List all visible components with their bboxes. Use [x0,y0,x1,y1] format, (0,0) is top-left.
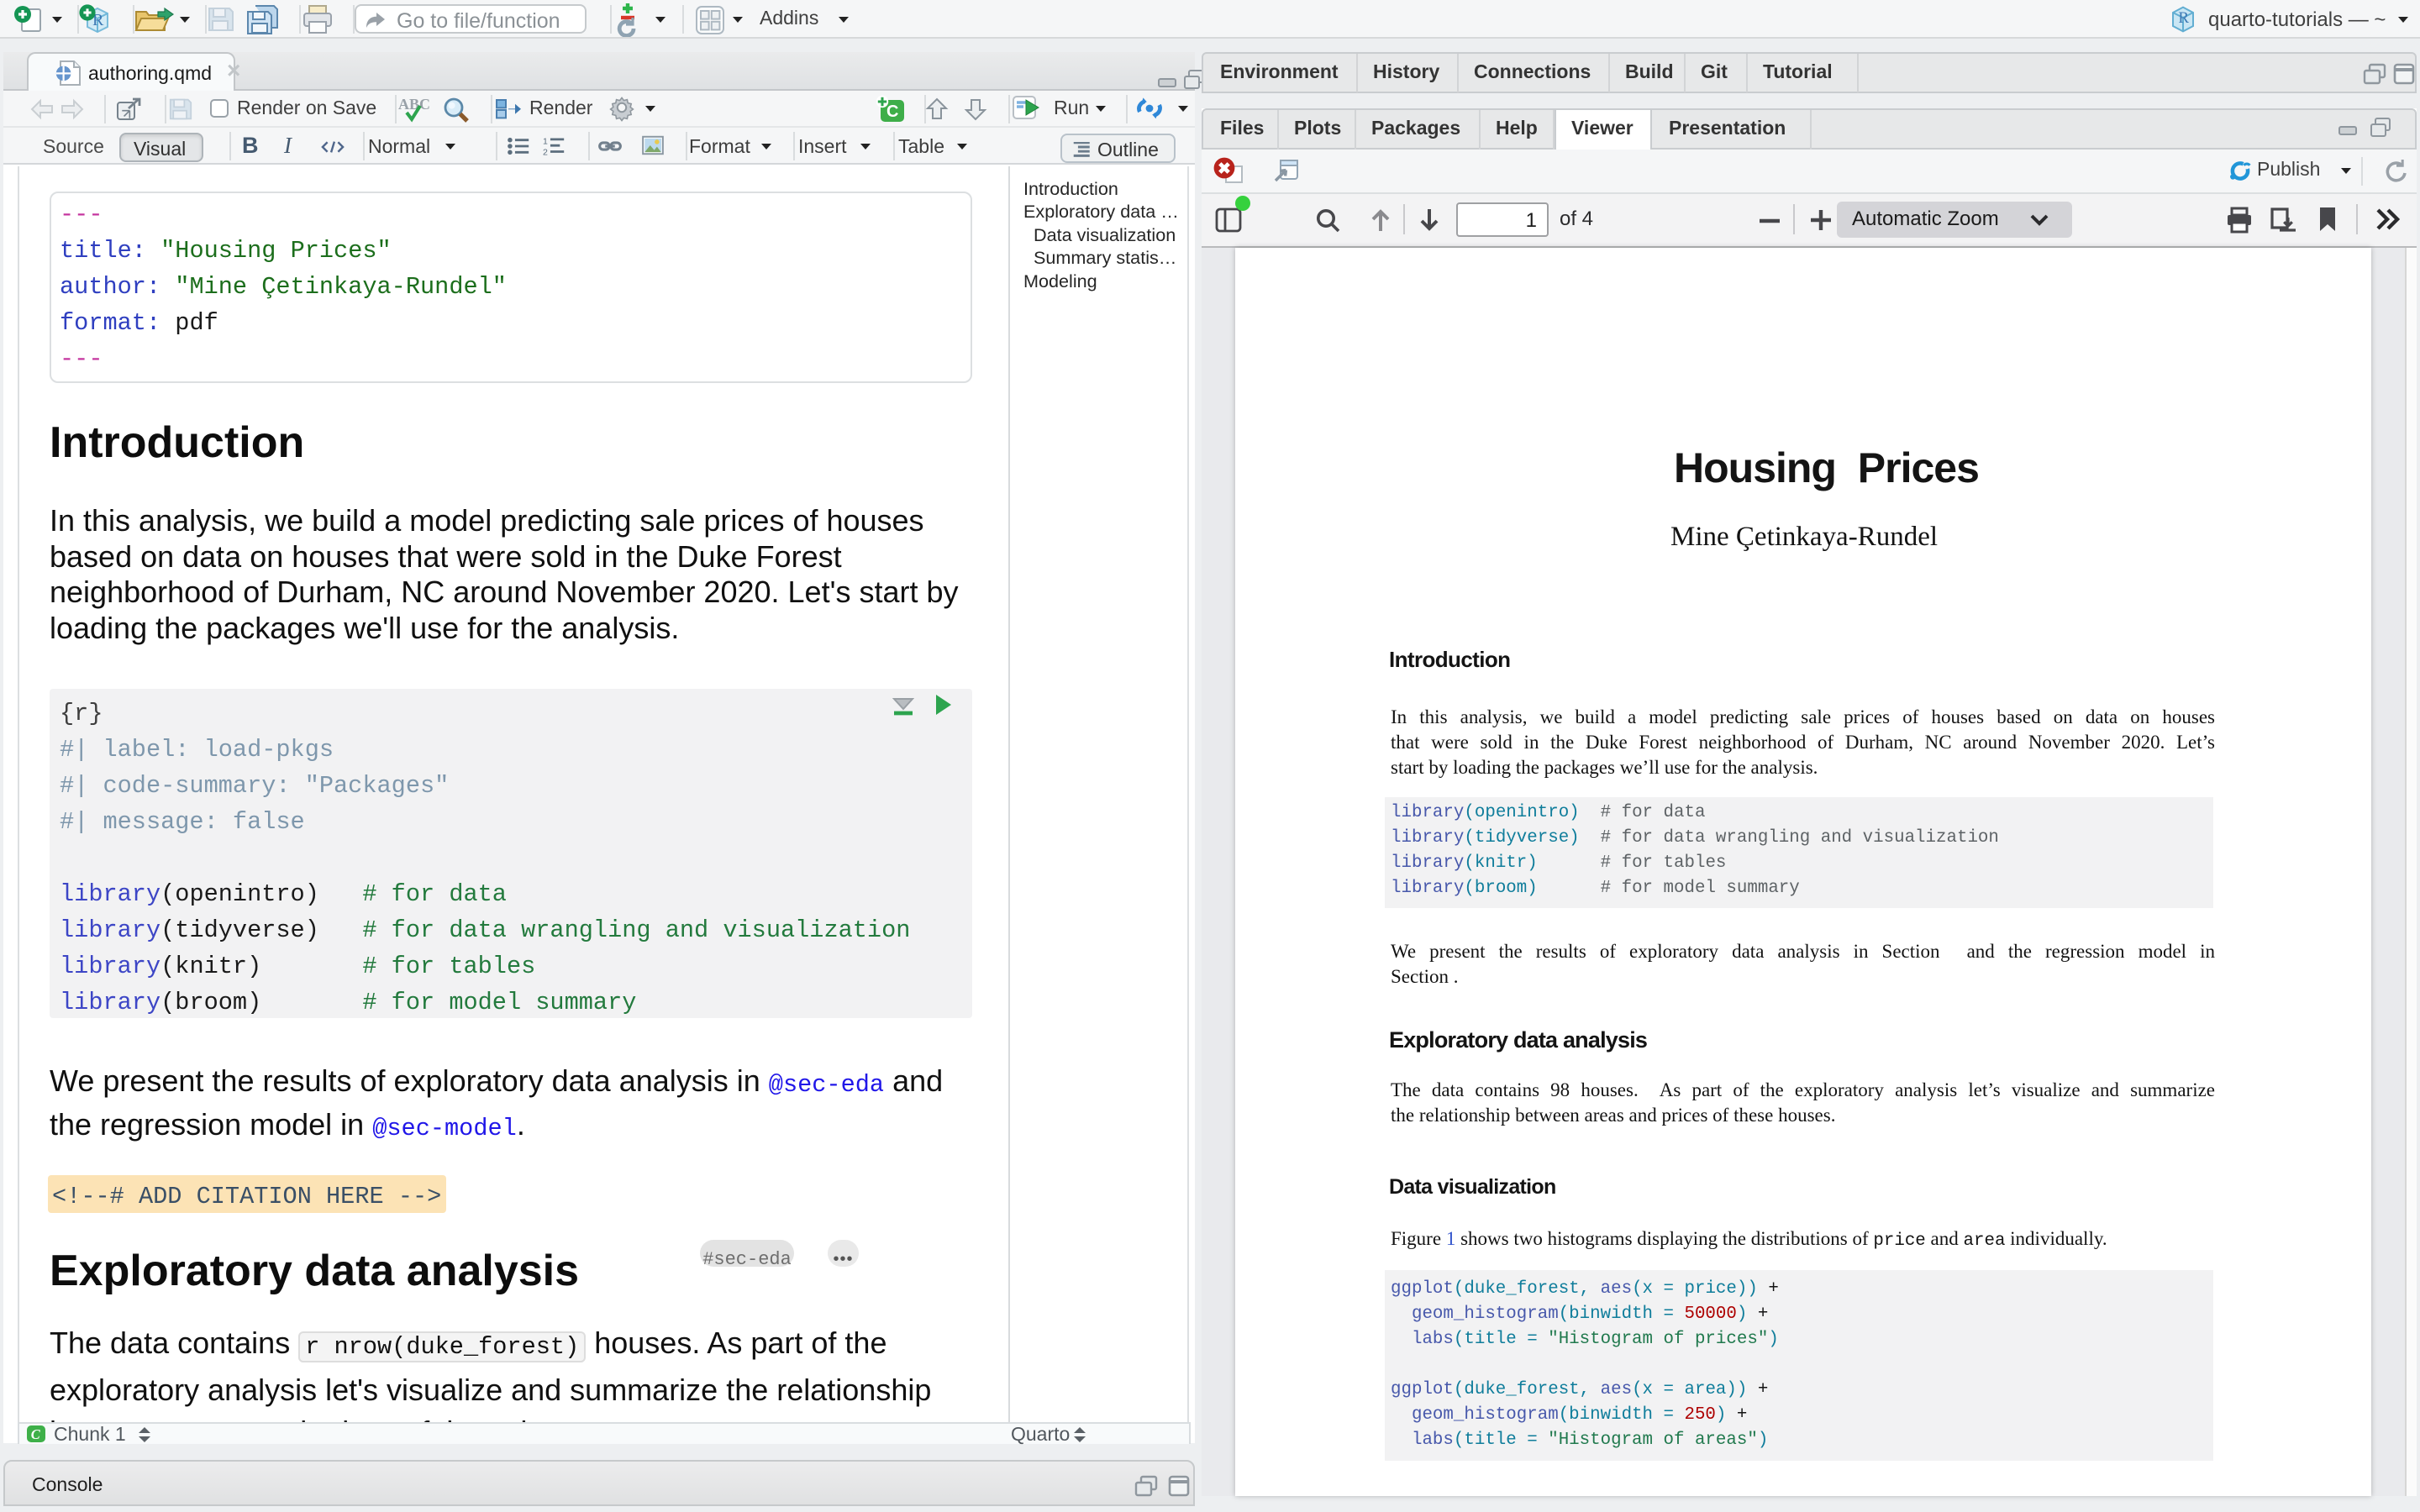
svg-text:ABC: ABC [398,96,430,113]
svg-text:C: C [31,1426,41,1442]
svg-text:1: 1 [543,137,548,147]
svg-text:R: R [2178,9,2189,27]
svg-text:C: C [886,102,898,121]
svg-text:2: 2 [543,148,548,155]
